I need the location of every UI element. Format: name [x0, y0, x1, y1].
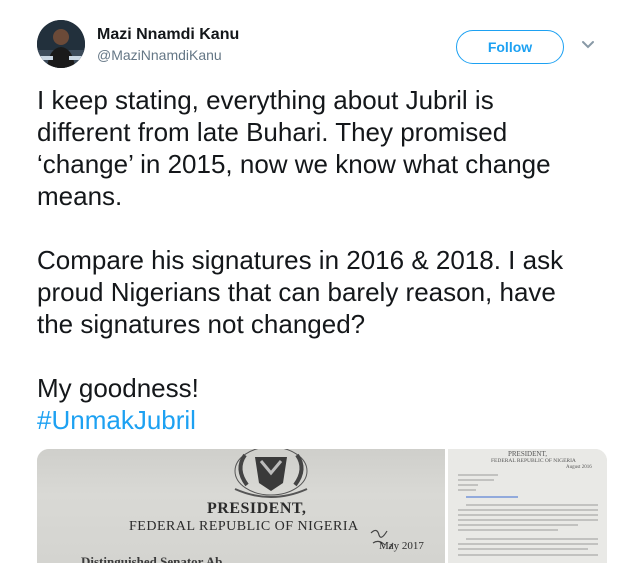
hashtag-link[interactable]: #UnmakJubril [37, 405, 196, 435]
tweet-paragraph-1: I keep stating, everything about Jubril … [37, 84, 607, 212]
document-text-lines [458, 474, 598, 556]
tweet-line: Compare his signatures in 2016 & 2018. I… [37, 245, 564, 275]
right-doc-president: PRESIDENT, [508, 450, 547, 458]
tweet-paragraph-2: Compare his signatures in 2016 & 2018. I… [37, 244, 607, 340]
tweet-media[interactable]: PRESIDENT, FEDERAL REPUBLIC OF NIGERIA M… [37, 449, 607, 563]
coat-of-arms-icon [234, 449, 308, 498]
tweet-line: the signatures not changed? [37, 309, 366, 339]
right-doc-date: August 2016 [566, 465, 592, 470]
tweet-text: I keep stating, everything about Jubril … [37, 84, 607, 436]
right-doc-republic: FEDERAL REPUBLIC OF NIGERIA [491, 458, 576, 464]
media-image-left[interactable]: PRESIDENT, FEDERAL REPUBLIC OF NIGERIA M… [37, 449, 445, 563]
author-name[interactable]: Mazi Nnamdi Kanu [97, 26, 239, 44]
left-doc-president: PRESIDENT, [207, 500, 307, 517]
avatar[interactable] [37, 20, 85, 68]
left-doc-date: May 2017 [379, 540, 424, 552]
media-image-right[interactable]: PRESIDENT, FEDERAL REPUBLIC OF NIGERIA A… [448, 449, 607, 563]
tweet-paragraph-3: My goodness! [37, 373, 199, 403]
follow-button[interactable]: Follow [456, 30, 564, 64]
tweet-line: proud Nigerians that can barely reason, … [37, 277, 556, 307]
tweet-header: Mazi Nnamdi Kanu @MaziNnamdiKanu Follow [0, 0, 627, 80]
chevron-down-icon[interactable] [581, 40, 595, 50]
tweet-line: different from late Buhari. They promise… [37, 117, 508, 147]
author-handle[interactable]: @MaziNnamdiKanu [97, 47, 222, 63]
tweet-line: means. [37, 181, 123, 211]
tweet-line: I keep stating, everything about Jubril … [37, 85, 494, 115]
tweet-line: ‘change’ in 2015, now we know what chang… [37, 149, 551, 179]
left-doc-republic: FEDERAL REPUBLIC OF NIGERIA [129, 519, 359, 534]
left-doc-salutation: Distinguished Senator Ab... [81, 554, 233, 563]
